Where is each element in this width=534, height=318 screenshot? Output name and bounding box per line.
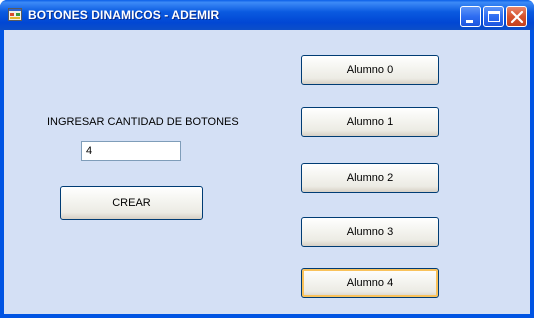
app-icon (8, 8, 22, 21)
quantity-label: INGRESAR CANTIDAD DE BOTONES (47, 116, 239, 128)
maximize-icon (488, 11, 500, 22)
alumno-3-button[interactable]: Alumno 3 (301, 217, 439, 247)
window-title: BOTONES DINAMICOS - ADEMIR (28, 8, 220, 22)
maximize-button[interactable] (483, 6, 504, 27)
title-bar[interactable]: BOTONES DINAMICOS - ADEMIR (0, 0, 534, 30)
alumno-2-button[interactable]: Alumno 2 (301, 163, 439, 193)
app-window: BOTONES DINAMICOS - ADEMIR INGRESAR CANT… (0, 0, 534, 318)
alumno-4-button[interactable]: Alumno 4 (301, 268, 439, 298)
alumno-0-button[interactable]: Alumno 0 (301, 55, 439, 85)
minimize-icon (466, 20, 473, 23)
close-icon (510, 10, 524, 24)
close-button[interactable] (506, 6, 527, 27)
form-client-area: INGRESAR CANTIDAD DE BOTONES CREAR Alumn… (4, 30, 530, 314)
minimize-button[interactable] (460, 6, 481, 27)
quantity-input[interactable] (81, 141, 181, 161)
alumno-1-button[interactable]: Alumno 1 (301, 107, 439, 137)
create-button[interactable]: CREAR (60, 186, 203, 220)
